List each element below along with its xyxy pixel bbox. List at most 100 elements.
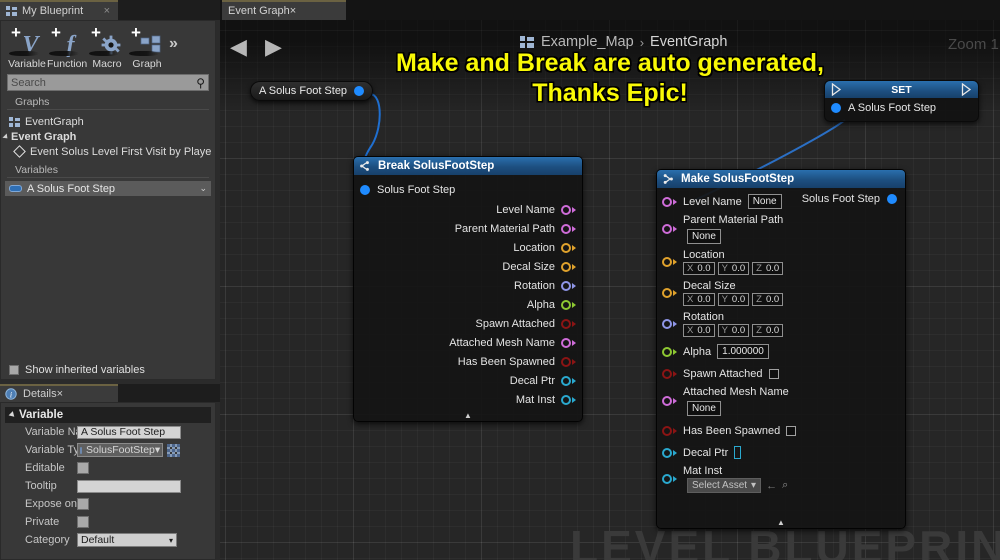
checkbox-icon[interactable] xyxy=(9,364,19,375)
browse-icon[interactable]: ← xyxy=(766,480,777,492)
vector-y-3[interactable]: Y 0.0 xyxy=(717,293,750,306)
close-icon[interactable]: × xyxy=(94,5,110,17)
input-pin-0[interactable] xyxy=(662,196,677,207)
private-checkbox[interactable] xyxy=(77,516,89,528)
break-output-row: Alpha xyxy=(360,295,576,314)
exec-in-pin[interactable] xyxy=(831,83,842,96)
node-get-a-solus-foot-step[interactable]: A Solus Foot Step xyxy=(250,81,374,101)
expander-icon[interactable] xyxy=(2,132,10,141)
show-inherited-variables-row[interactable]: Show inherited variables xyxy=(0,360,216,380)
value-field-0[interactable]: None xyxy=(747,194,782,209)
tooltip-field[interactable] xyxy=(77,479,181,493)
make-input-row: Decal Size X 0.0 Y 0.0 Z 0.0 xyxy=(662,280,822,306)
search-icon[interactable]: ⌕ xyxy=(782,479,788,492)
output-pin-0[interactable] xyxy=(561,204,576,215)
output-pin-2[interactable] xyxy=(561,242,576,253)
vector-x-2[interactable]: X 0.0 xyxy=(683,262,715,275)
input-pin-5[interactable] xyxy=(662,346,677,357)
input-pin-4[interactable] xyxy=(662,319,677,329)
close-icon[interactable]: × xyxy=(290,5,296,17)
output-pin-1[interactable] xyxy=(561,223,576,234)
node-set-a-solus-foot-step[interactable]: SET A Solus Foot Step xyxy=(824,80,979,122)
variable-item-label: A Solus Foot Step xyxy=(27,182,116,195)
property-label: Expose on S xyxy=(25,498,77,510)
add-function-label: Function xyxy=(47,58,88,70)
chevron-down-icon[interactable]: ⌄ xyxy=(199,183,207,194)
value-field-1[interactable]: None xyxy=(687,229,721,244)
break-node-body: Solus Foot Step Level Name Parent Materia… xyxy=(354,175,582,421)
chevron-down-icon[interactable]: ▾ xyxy=(155,444,160,456)
output-pin-4[interactable] xyxy=(561,280,576,291)
vector-z-2[interactable]: Z 0.0 xyxy=(752,262,784,275)
tab-details[interactable]: i Details × xyxy=(0,384,118,402)
value-field-7[interactable]: None xyxy=(687,401,721,416)
output-pin-7[interactable] xyxy=(561,337,576,348)
tab-event-graph[interactable]: Event Graph × xyxy=(222,0,346,20)
break-output-row: Has Been Spawned xyxy=(360,352,576,371)
collapse-toggle[interactable]: ▲ xyxy=(657,519,905,527)
category-dropdown[interactable]: Default ▾ xyxy=(77,533,177,547)
event-graph-canvas[interactable]: LEVEL BLUEPRINT ◀ ▶ Example_Map › EventG… xyxy=(220,20,1000,560)
break-output-label: Parent Material Path xyxy=(454,222,555,235)
exec-out-pin[interactable] xyxy=(961,83,972,96)
vector-x-3[interactable]: X 0.0 xyxy=(683,293,715,306)
collapse-toggle[interactable]: ▲ xyxy=(354,412,582,420)
output-pin-3[interactable] xyxy=(561,261,576,272)
input-pin-6[interactable] xyxy=(662,368,677,379)
add-variable-button[interactable]: + V Variable xyxy=(7,24,47,70)
output-pin-6[interactable] xyxy=(561,318,576,329)
tree-item-event-solus[interactable]: Event Solus Level First Visit by Playe xyxy=(1,144,215,159)
vector-z-4[interactable]: Z 0.0 xyxy=(752,324,784,337)
toolbar-overflow-button[interactable]: » xyxy=(169,27,178,53)
output-pin-8[interactable] xyxy=(561,356,576,367)
input-pin-1[interactable] xyxy=(662,224,677,234)
close-icon[interactable]: × xyxy=(57,388,63,400)
add-macro-button[interactable]: + Macro xyxy=(87,24,127,70)
node-make-solusfootstep[interactable]: Make SolusFootStep Solus Foot Step Level… xyxy=(656,169,906,529)
output-pin-5[interactable] xyxy=(561,299,576,310)
input-pin-9[interactable] xyxy=(662,447,677,458)
variable-name-field[interactable]: A Solus Foot Step xyxy=(77,425,181,439)
break-output-label: Level Name xyxy=(496,203,555,216)
input-pin-3[interactable] xyxy=(662,288,677,298)
asset-picker-10[interactable]: Select Asset ▾ xyxy=(687,478,762,493)
add-function-button[interactable]: + f Function xyxy=(47,24,88,70)
editable-checkbox[interactable] xyxy=(77,462,89,474)
checkbox-6[interactable] xyxy=(768,368,779,379)
input-pin-10[interactable] xyxy=(662,474,677,484)
variable-item-a-solus-foot-step[interactable]: A Solus Foot Step ⌄ xyxy=(5,181,211,196)
vector-z-3[interactable]: Z 0.0 xyxy=(752,293,784,306)
output-pin-solus-foot-step[interactable] xyxy=(887,194,897,204)
expose-on-spawn-checkbox[interactable] xyxy=(77,498,89,510)
input-pin-8[interactable] xyxy=(662,425,677,436)
checkbox-8[interactable] xyxy=(786,425,797,436)
tree-item-eventgraph[interactable]: EventGraph xyxy=(1,114,215,129)
input-pin-solus-foot-step[interactable] xyxy=(360,184,370,195)
type-picker-icon[interactable] xyxy=(167,443,180,457)
add-graph-button[interactable]: + Graph xyxy=(127,24,167,70)
vector-y-2[interactable]: Y 0.0 xyxy=(717,262,750,275)
search-input[interactable]: Search ⚲ xyxy=(7,74,209,91)
output-pin-10[interactable] xyxy=(561,394,576,405)
object-field-9[interactable] xyxy=(734,446,742,459)
tab-my-blueprint[interactable]: My Blueprint × xyxy=(0,0,118,20)
output-pin-solus-foot-step[interactable] xyxy=(354,86,365,96)
vector-y-4[interactable]: Y 0.0 xyxy=(717,324,750,337)
details-category-header[interactable]: Variable xyxy=(5,407,211,423)
tree-item-event-graph[interactable]: Event Graph xyxy=(1,129,215,144)
input-pin-7[interactable] xyxy=(662,396,677,406)
make-input-row: Attached Mesh Name None xyxy=(662,386,822,416)
variable-type-combo[interactable]: SolusFootStep ▾ xyxy=(77,443,163,457)
grid-icon xyxy=(6,6,17,16)
value-field-5[interactable]: 1.000000 xyxy=(717,344,769,359)
input-pin-2[interactable] xyxy=(662,257,677,267)
input-pin-a-solus-foot-step[interactable] xyxy=(831,103,841,113)
output-pin-9[interactable] xyxy=(561,375,576,386)
expander-icon[interactable] xyxy=(8,411,17,419)
break-output-label: Has Been Spawned xyxy=(457,355,555,368)
chevron-down-icon[interactable]: ▾ xyxy=(169,536,173,545)
node-break-solusfootstep[interactable]: Break SolusFootStep Solus Foot Step Leve… xyxy=(353,156,583,422)
my-blueprint-panel: My Blueprint × + V Variable + f Function… xyxy=(0,0,220,560)
blueprint-toolbar: + V Variable + f Function + Macro + Grap… xyxy=(1,21,215,72)
vector-x-4[interactable]: X 0.0 xyxy=(683,324,715,337)
